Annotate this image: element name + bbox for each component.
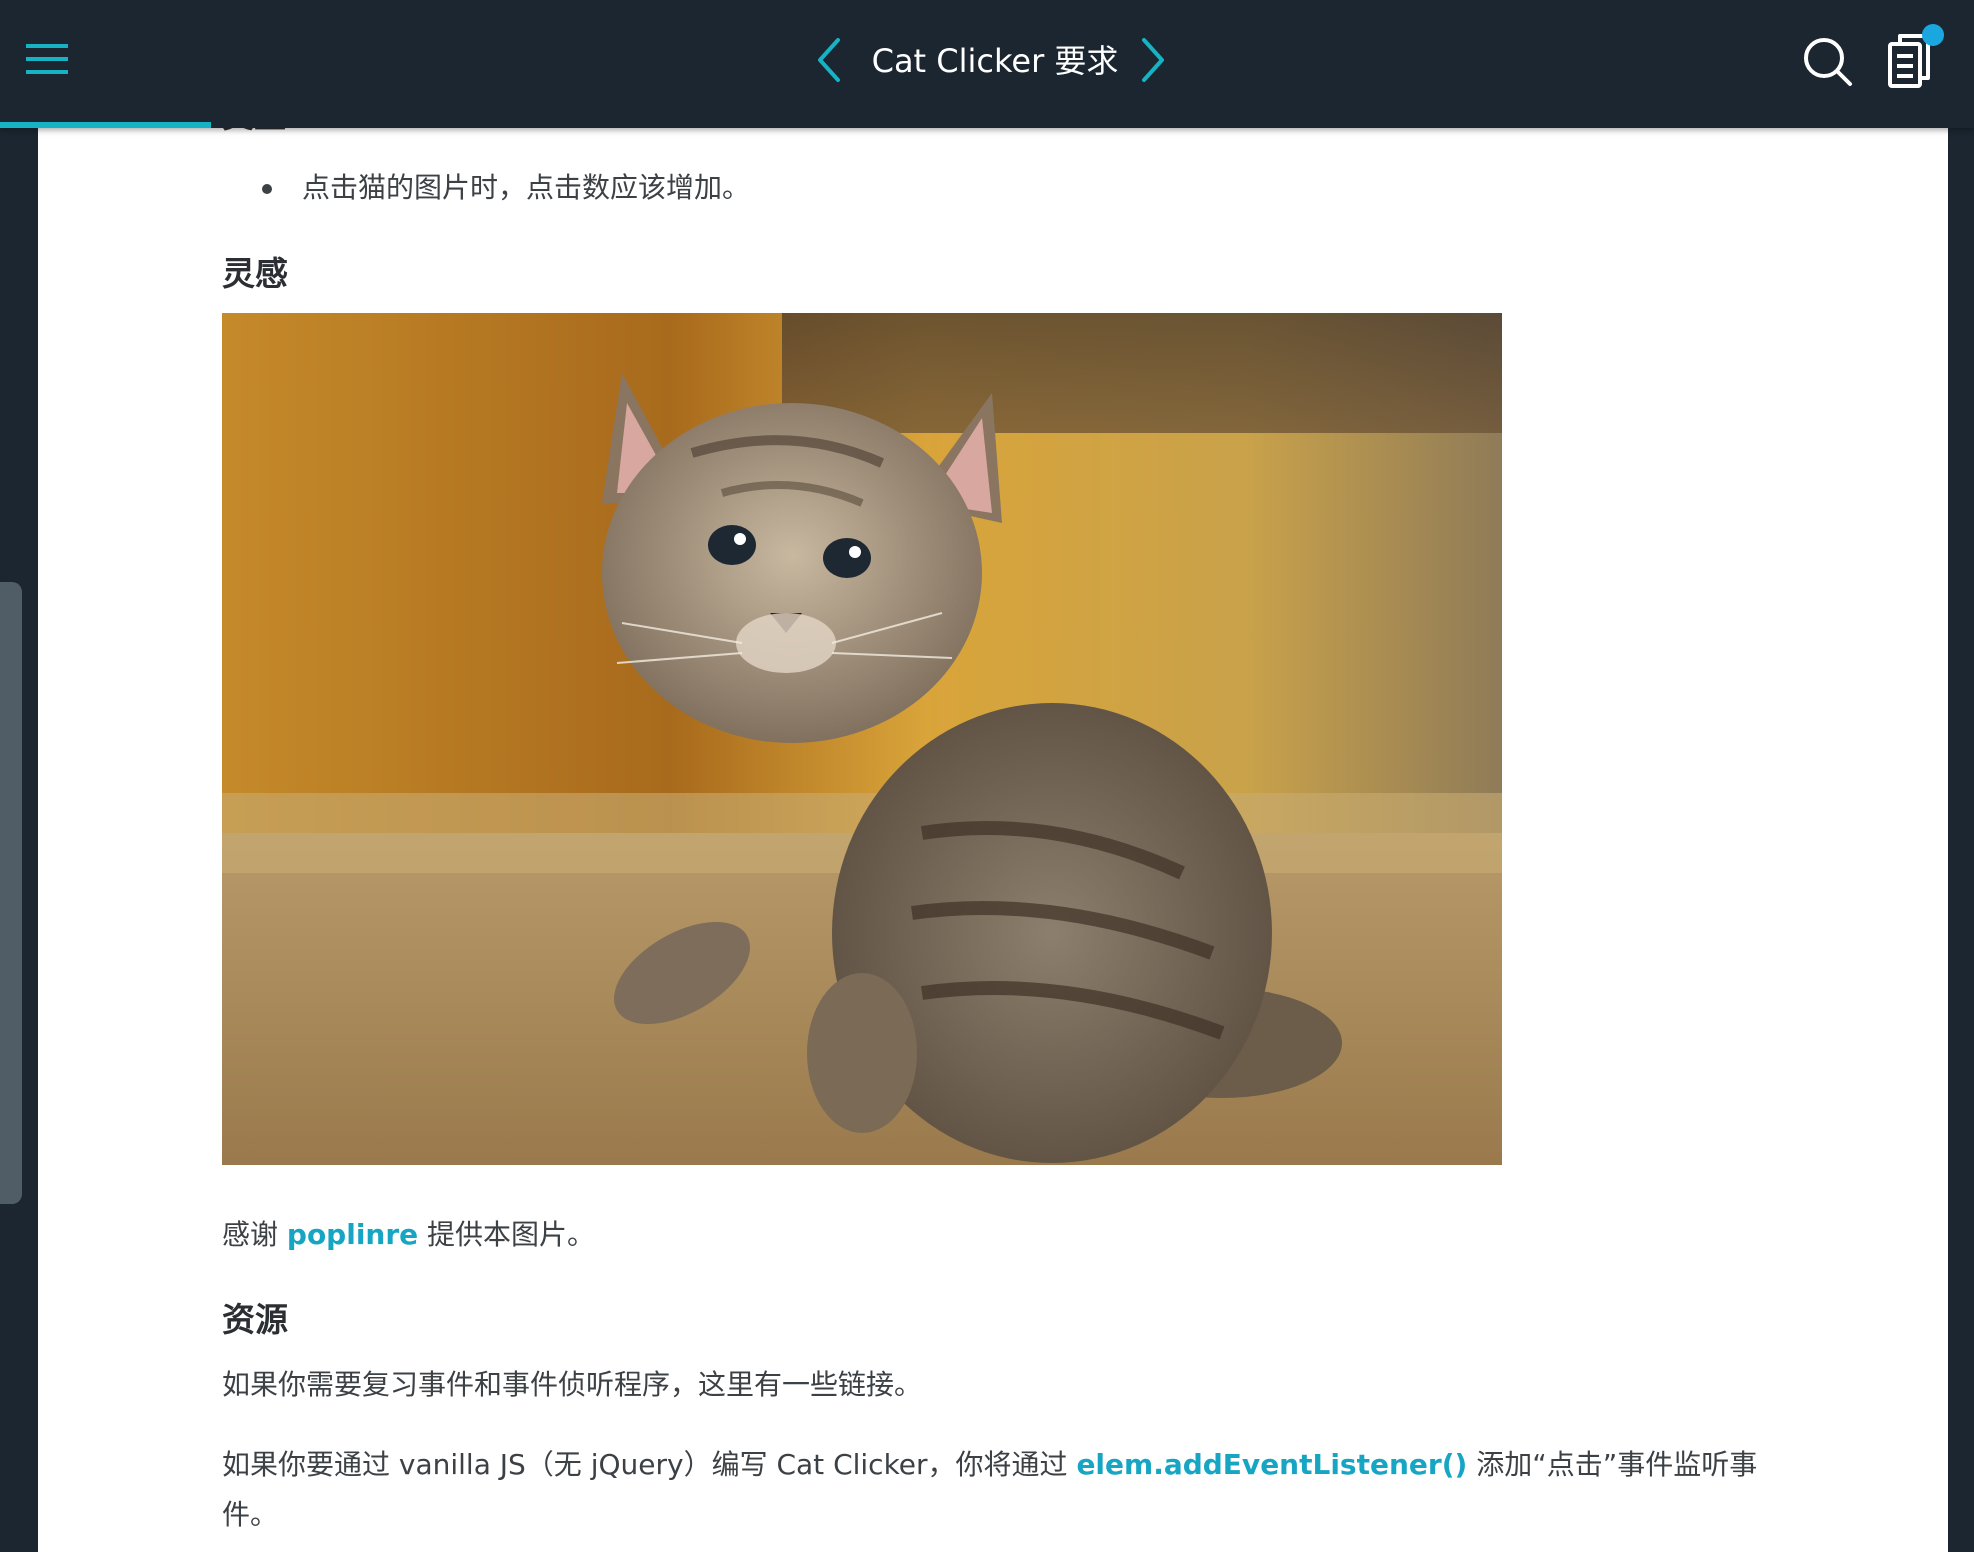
right-gutter [1948,0,1974,1552]
section-heading-inspiration: 灵感 [222,254,288,293]
chevron-left-icon[interactable] [808,30,852,90]
article-content: 交互 点击猫的图片时，点击数应该增加。 灵感 [38,0,1948,1552]
section-heading-resources: 资源 [222,1300,288,1339]
add-event-listener-link[interactable]: elem.addEventListener() [1076,1448,1467,1481]
chevron-right-icon[interactable] [1130,30,1174,90]
poplinre-link[interactable]: poplinre [287,1218,418,1251]
vanilla-text-before: 如果你要通过 vanilla JS（无 jQuery）编写 Cat Clicke… [222,1448,1077,1481]
search-icon[interactable] [1800,34,1856,90]
vanilla-js-paragraph: 如果你要通过 vanilla JS（无 jQuery）编写 Cat Clicke… [222,1440,1802,1540]
scrollbar-thumb[interactable] [0,582,22,1204]
list-item: 点击猫的图片时，点击数应该增加。 [222,168,750,208]
notification-dot [1922,24,1944,46]
kitten-photo [222,313,1502,1165]
resources-intro: 如果你需要复习事件和事件侦听程序，这里有一些链接。 [222,1368,923,1401]
page-title: Cat Clicker 要求 [871,42,1119,80]
hamburger-menu-icon[interactable] [22,34,74,86]
requirements-list: 点击猫的图片时，点击数应该增加。 [222,168,750,208]
reading-progress-bar [0,122,1974,128]
bullet-icon [262,184,272,194]
credit-text-after: 提供本图片。 [418,1218,596,1251]
credit-text-before: 感谢 [222,1218,287,1251]
list-item-text: 点击猫的图片时，点击数应该增加。 [302,171,751,204]
top-navigation-bar: Cat Clicker 要求 [0,0,1974,128]
image-credit: 感谢 poplinre 提供本图片。 [222,1210,1802,1260]
reading-progress-fill [0,122,212,128]
